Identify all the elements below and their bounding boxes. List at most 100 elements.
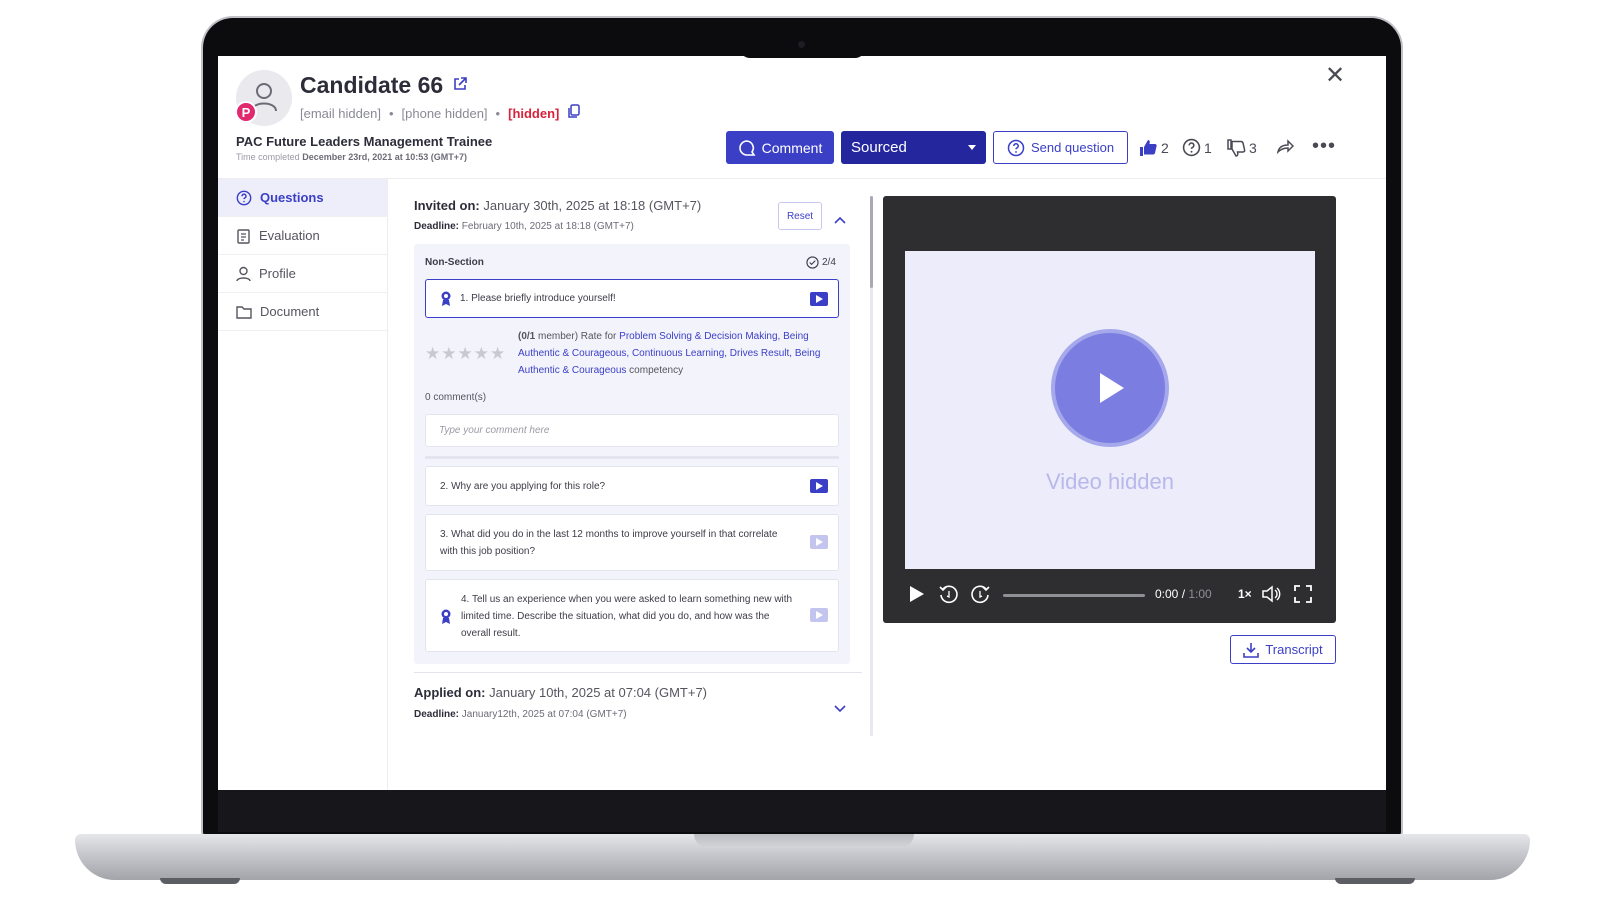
forward-5-icon[interactable] (970, 584, 991, 608)
sidebar-item-label: Questions (260, 190, 324, 205)
comment-button-label: Comment (761, 139, 823, 156)
video-time: 0:00 / 1:00 (1155, 587, 1212, 601)
sidebar-item-label: Evaluation (259, 228, 320, 243)
separator-dot: • (495, 105, 501, 121)
rating-member-count: (0/1 (518, 331, 536, 342)
thumbs-down-icon (1227, 139, 1246, 157)
question-item-4[interactable]: 4. Tell us an experience when you were a… (425, 579, 839, 652)
deadline-value: January12th, 2025 at 07:04 (GMT+7) (461, 709, 627, 720)
copy-icon[interactable] (567, 104, 581, 122)
rating-description: (0/1 member) Rate for Problem Solving & … (518, 328, 838, 379)
applied-value: January 10th, 2025 at 07:04 (GMT+7) (489, 685, 708, 700)
deadline-label: Deadline: (414, 221, 460, 232)
more-options-icon[interactable]: ••• (1312, 136, 1336, 156)
reset-button[interactable]: Reset (778, 202, 822, 230)
invited-on: Invited on: January 30th, 2025 at 18:18 … (414, 198, 701, 213)
video-controls: 0:00 / 1:00 1× (905, 581, 1315, 609)
question-item-1[interactable]: 1. Please briefly introduce yourself! (425, 279, 839, 318)
sidebar-item-label: Profile (259, 266, 296, 281)
sidebar-item-document[interactable]: Document (218, 293, 387, 331)
video-area[interactable]: Video hidden (905, 251, 1315, 569)
laptop-foot-left (160, 878, 240, 884)
question-circle-icon (1182, 138, 1201, 157)
video-icon[interactable] (810, 292, 828, 306)
download-icon (1243, 642, 1260, 658)
time-separator: / (1178, 587, 1189, 601)
fullscreen-icon[interactable] (1293, 584, 1313, 607)
award-icon (440, 608, 452, 628)
maybe-count: 1 (1204, 139, 1212, 156)
comment-count: 0 comment(s) (425, 392, 487, 403)
video-player: Video hidden 0:00 / 1:00 1× (883, 196, 1336, 623)
status-value: Sourced (851, 139, 907, 156)
external-link-icon[interactable] (452, 76, 468, 97)
thumbs-up-icon (1140, 140, 1157, 156)
rewind-5-icon[interactable] (938, 584, 959, 608)
question-section: Non-Section 2/4 1. Please briefly introd… (414, 244, 850, 664)
play-circle-icon[interactable] (1055, 333, 1165, 443)
play-icon[interactable] (907, 584, 925, 607)
invited-value: January 30th, 2025 at 18:18 (GMT+7) (483, 198, 702, 213)
deadline-value: February 10th, 2025 at 18:18 (GMT+7) (461, 221, 634, 232)
send-question-label: Send question (1030, 140, 1115, 155)
playback-speed[interactable]: 1× (1238, 587, 1252, 601)
comment-input[interactable] (425, 414, 839, 447)
section-name: Non-Section (425, 257, 484, 268)
chevron-down-icon (968, 145, 976, 150)
video-icon[interactable] (810, 535, 828, 549)
divider (425, 456, 839, 459)
deadline-label: Deadline: (414, 709, 460, 720)
share-icon[interactable] (1276, 138, 1295, 159)
application-deadline: Deadline: January12th, 2025 at 07:04 (GM… (414, 709, 627, 720)
camera-icon (798, 41, 805, 48)
hidden-tag: [hidden] (508, 105, 560, 121)
volume-icon[interactable] (1261, 584, 1281, 607)
sidebar-item-profile[interactable]: Profile (218, 255, 387, 293)
maybe-vote[interactable]: 1 (1182, 138, 1212, 157)
send-question-button[interactable]: Send question (993, 131, 1128, 164)
video-duration: 1:00 (1188, 587, 1212, 601)
section-progress-value: 2/4 (822, 257, 836, 268)
candidate-name: Candidate 66 (300, 72, 444, 98)
time-completed-value: December 23rd, 2021 at 10:53 (GMT+7) (302, 152, 468, 162)
screen-bezel (218, 790, 1386, 832)
status-dropdown[interactable]: Sourced (841, 131, 986, 164)
transcript-button[interactable]: Transcript (1230, 635, 1336, 664)
invited-label: Invited on: (414, 198, 480, 213)
video-hidden-label: Video hidden (1045, 469, 1175, 494)
sidebar-item-evaluation[interactable]: Evaluation (218, 217, 387, 255)
thumbs-up-count: 2 (1161, 140, 1169, 156)
close-button[interactable]: ✕ (1323, 64, 1347, 88)
chevron-down-icon[interactable] (834, 700, 846, 718)
rating-stars[interactable]: ★★★★★ (425, 344, 506, 364)
header-divider (218, 178, 1386, 179)
invite-deadline: Deadline: February 10th, 2025 at 18:18 (… (414, 221, 634, 232)
job-title: PAC Future Leaders Management Trainee (236, 134, 493, 149)
rating-member-suffix: member) Rate for (535, 331, 620, 342)
thumbs-up-vote[interactable]: 2 (1138, 138, 1169, 158)
question-item-3[interactable]: 3. What did you do in the last 12 months… (425, 514, 839, 571)
transcript-label: Transcript (1265, 642, 1323, 657)
separator-dot: • (388, 105, 394, 121)
chevron-up-icon[interactable] (834, 211, 846, 229)
source-badge: P (235, 101, 257, 123)
time-completed: Time completed December 23rd, 2021 at 10… (236, 152, 467, 162)
laptop-base-notch (694, 834, 914, 848)
app-screen: P Candidate 66 [email hidden] • [phone h… (218, 56, 1386, 790)
thumbs-down-vote[interactable]: 3 (1226, 138, 1257, 158)
sidebar-item-questions[interactable]: Questions (218, 179, 387, 217)
section-progress: 2/4 (806, 256, 836, 269)
comment-icon (738, 139, 756, 156)
question-item-2[interactable]: 2. Why are you applying for this role? (425, 466, 839, 506)
candidate-email: [email hidden] (300, 105, 381, 121)
scrollbar-thumb[interactable] (870, 196, 873, 288)
user-icon (236, 266, 251, 281)
comment-button[interactable]: Comment (726, 131, 834, 164)
video-progress-bar[interactable] (1003, 594, 1145, 597)
question-circle-icon (1007, 139, 1025, 156)
time-completed-label: Time completed (236, 152, 300, 162)
video-icon[interactable] (810, 479, 828, 493)
video-icon[interactable] (810, 608, 828, 622)
question-text: 1. Please briefly introduce yourself! (460, 293, 616, 304)
question-text: 4. Tell us an experience when you were a… (461, 594, 793, 639)
